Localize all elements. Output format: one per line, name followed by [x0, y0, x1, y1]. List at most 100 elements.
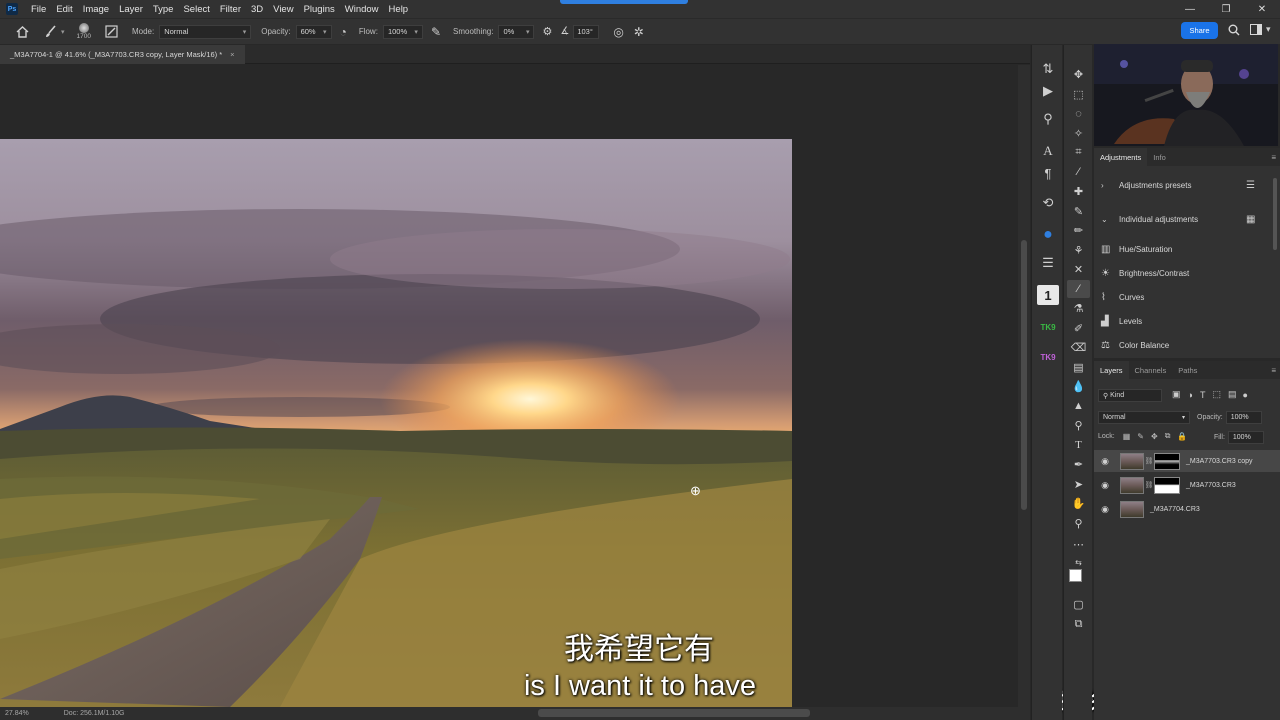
- paragraph-icon[interactable]: ¶: [1037, 163, 1059, 183]
- layer-row[interactable]: ◉ ⛓ _M3A7703.CR3: [1094, 474, 1280, 496]
- adjustments-presets-row[interactable]: › Adjustments presets: [1101, 181, 1191, 190]
- stamp-tool-icon[interactable]: ⚗: [1067, 299, 1090, 317]
- menu-edit[interactable]: Edit: [51, 4, 77, 15]
- layer-opacity-input[interactable]: 100%: [1225, 411, 1262, 424]
- opacity-input[interactable]: 60% ▾: [295, 24, 332, 39]
- eraser-tool-icon[interactable]: ⌫: [1067, 338, 1090, 356]
- character-icon[interactable]: A: [1037, 141, 1059, 161]
- screen-mode-icon[interactable]: ⧉: [1067, 615, 1090, 633]
- blend-mode[interactable]: Normal ▾: [1098, 411, 1190, 424]
- path-select-tool-icon[interactable]: ✒: [1067, 455, 1090, 473]
- home-icon[interactable]: [14, 25, 30, 38]
- lock-all-icon[interactable]: 🔒: [1177, 432, 1187, 441]
- quick-mask-icon[interactable]: ▢: [1067, 595, 1090, 613]
- document-tab[interactable]: _M3A7704-1 @ 41.6% (_M3A7703.CR3 copy, L…: [0, 45, 245, 64]
- menu-type[interactable]: Type: [148, 4, 179, 15]
- adjustment-hue-saturation[interactable]: ▥ Hue/Saturation: [1101, 244, 1172, 255]
- close-icon[interactable]: ×: [230, 50, 234, 59]
- menu-help[interactable]: Help: [384, 4, 414, 15]
- arrange-icon[interactable]: ⇅: [1037, 59, 1059, 79]
- adjustments-scrollbar[interactable]: [1273, 178, 1277, 250]
- gear-icon[interactable]: ⚙: [542, 25, 552, 38]
- link-icon[interactable]: ⛓: [1144, 481, 1154, 489]
- zoom-level[interactable]: 27.84%: [5, 710, 29, 717]
- filter-toggle-icon[interactable]: ●: [1242, 390, 1247, 400]
- type-tool-icon[interactable]: T: [1067, 436, 1090, 454]
- panel-menu-icon[interactable]: ≡: [1271, 366, 1276, 375]
- tk9-co-icon[interactable]: TK9: [1037, 347, 1059, 367]
- adjustment-color-balance[interactable]: ⚖ Color Balance: [1101, 340, 1169, 351]
- menu-image[interactable]: Image: [78, 4, 114, 15]
- blur-tool-icon[interactable]: 💧: [1067, 377, 1090, 395]
- brush-tool-icon[interactable]: ⚘: [1067, 241, 1090, 259]
- link-icon[interactable]: ⛓: [1144, 457, 1154, 465]
- scrollbar-thumb[interactable]: [1021, 240, 1027, 510]
- tab-adjustments[interactable]: Adjustments: [1094, 148, 1148, 166]
- history-icon[interactable]: ⟲: [1037, 193, 1059, 213]
- flow-input[interactable]: 100% ▾: [382, 24, 423, 39]
- brush-preset-picker[interactable]: 1700: [77, 23, 91, 40]
- lock-transparent-icon[interactable]: ▦: [1123, 432, 1131, 441]
- eye-icon[interactable]: ◉: [1096, 456, 1114, 467]
- shape-filter-icon[interactable]: ⬚: [1212, 389, 1221, 400]
- pixel-filter-icon[interactable]: ▣: [1172, 389, 1181, 400]
- lasso-tool-icon[interactable]: ◌: [1067, 105, 1090, 123]
- plugin-icon[interactable]: ●: [1037, 225, 1059, 245]
- smart-object-filter-icon[interactable]: ▤: [1228, 389, 1237, 400]
- menu-window[interactable]: Window: [340, 4, 384, 15]
- share-button[interactable]: Share: [1181, 22, 1218, 39]
- minimize-button[interactable]: —: [1172, 0, 1208, 18]
- symmetry-icon[interactable]: ✲: [634, 25, 644, 39]
- restore-button[interactable]: ❐: [1208, 0, 1244, 18]
- menu-select[interactable]: Select: [178, 4, 214, 15]
- lock-artboard-icon[interactable]: ⧉: [1165, 431, 1171, 441]
- document-image[interactable]: [0, 139, 792, 707]
- eye-icon[interactable]: ◉: [1096, 480, 1114, 491]
- individual-adjustments-row[interactable]: ⌄ Individual adjustments: [1101, 215, 1198, 224]
- type-filter-icon[interactable]: T: [1200, 390, 1206, 400]
- airbrush-icon[interactable]: ✎: [431, 25, 441, 39]
- layer-filter[interactable]: ⚲ Kind: [1098, 389, 1162, 402]
- clone-source-icon[interactable]: ⚲: [1037, 109, 1059, 129]
- tab-layers[interactable]: Layers: [1094, 361, 1129, 379]
- menu-filter[interactable]: Filter: [215, 4, 246, 15]
- properties-icon[interactable]: ☰: [1037, 253, 1059, 273]
- foreground-color-swatch[interactable]: [1069, 569, 1082, 582]
- vertical-scrollbar[interactable]: [1018, 65, 1030, 707]
- list-view-icon[interactable]: ☰: [1246, 180, 1255, 191]
- quick-select-tool-icon[interactable]: ✧: [1067, 124, 1090, 142]
- layer-row[interactable]: ◉ _M3A7704.CR3: [1094, 498, 1280, 520]
- canvas-area[interactable]: [0, 65, 1018, 707]
- tk9-mm-icon[interactable]: TK9: [1037, 317, 1059, 337]
- angle-input[interactable]: 103°: [573, 24, 600, 39]
- eyedropper-tool-icon[interactable]: ⁄: [1067, 163, 1090, 181]
- tab-info[interactable]: Info: [1147, 148, 1172, 166]
- adjustment-curves[interactable]: ⌇ Curves: [1101, 292, 1144, 303]
- eye-icon[interactable]: ◉: [1096, 504, 1114, 515]
- menu-layer[interactable]: Layer: [114, 4, 148, 15]
- smoothing-input[interactable]: 0% ▾: [498, 24, 535, 39]
- more-tools-icon[interactable]: ⋯: [1067, 535, 1090, 553]
- healing-tool-icon[interactable]: ✚: [1067, 182, 1090, 200]
- direct-select-tool-icon[interactable]: ➤: [1067, 475, 1090, 493]
- brush-icon[interactable]: [44, 24, 58, 39]
- adjustment-brightness-contrast[interactable]: ☀ Brightness/Contrast: [1101, 268, 1189, 279]
- pressure-size-icon[interactable]: ◎: [613, 25, 623, 39]
- move-tool-icon[interactable]: ✥: [1067, 65, 1090, 83]
- layer-row[interactable]: ◉ ⛓ _M3A7703.CR3 copy: [1094, 450, 1280, 472]
- menu-3d[interactable]: 3D: [246, 4, 268, 15]
- layer-filter-icons[interactable]: ▣ ◑ T ⬚ ▤ ●: [1172, 389, 1248, 400]
- dodge-tool-icon[interactable]: ▲: [1067, 397, 1090, 415]
- history-brush-tool-icon[interactable]: ✐: [1067, 319, 1090, 337]
- pressure-opacity-icon[interactable]: ◔: [340, 25, 347, 39]
- marquee-tool-icon[interactable]: ⬚: [1067, 85, 1090, 103]
- lock-position-icon[interactable]: ✥: [1151, 432, 1158, 441]
- adjustment-levels[interactable]: ▟ Levels: [1101, 316, 1142, 327]
- chevron-down-icon[interactable]: ▾: [61, 28, 65, 36]
- pen-tool-icon[interactable]: ⚲: [1067, 416, 1090, 434]
- lock-image-icon[interactable]: ✎: [1137, 432, 1144, 441]
- search-icon[interactable]: [1228, 24, 1240, 36]
- transform-tool-icon[interactable]: ✕: [1067, 260, 1090, 278]
- close-button[interactable]: ✕: [1244, 0, 1280, 18]
- panel-menu-icon[interactable]: ≡: [1271, 153, 1276, 162]
